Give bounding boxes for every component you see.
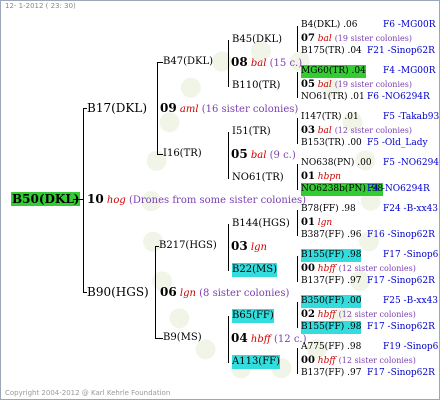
g4-info-2: 03 bal (12 sister colonies)	[301, 125, 412, 136]
g3-node-1[interactable]: B110(TR)	[232, 79, 280, 93]
g4-sire-ref-2: F5 -Takab93aR	[383, 112, 440, 122]
g4-info-7: 00 hbff (12 sister colonies)	[301, 355, 416, 366]
g4-dam-2[interactable]: B153(TR) .00	[301, 137, 362, 150]
g4-sire-0[interactable]: B4(DKL) .06	[301, 19, 357, 32]
g4-sire-3[interactable]: NO638(PN) .00	[301, 157, 372, 170]
pedigree-page: 12- 1-2012 ( 23: 30) B50(DKL) 10 hog (Dr…	[0, 0, 440, 400]
g3-node-7[interactable]: A113(FF)	[232, 355, 280, 369]
g4-dam-5[interactable]: B137(FF) .97	[301, 275, 361, 288]
root-gen: 10	[87, 192, 104, 206]
g4-connector-2	[297, 118, 298, 144]
g4-sire-ref-6: F25 -B-xx43	[383, 296, 439, 306]
g2-info-0: 08 bal (15 c.)	[231, 55, 303, 69]
g3-node-4[interactable]: B144(HGS)	[232, 217, 290, 231]
g4-info-0: 07 bal (19 sister colonies)	[301, 33, 412, 44]
g4-connector-7	[297, 348, 298, 374]
g4-sire-6[interactable]: B350(FF) .00	[301, 295, 362, 308]
g4-dam-ref-0: F21 -Sinop62R	[367, 46, 435, 56]
g1-node-1[interactable]: B90(HGS)	[87, 285, 149, 299]
g2-node-1[interactable]: I16(TR)	[163, 147, 202, 161]
g4-sire-ref-7: F19 -Sinop62R	[383, 342, 439, 352]
g2-node-3[interactable]: B9(MS)	[163, 331, 202, 345]
g4-sire-1[interactable]: MG60(TR) .04	[301, 65, 366, 78]
g4-info-4: 01 lgn	[301, 217, 333, 228]
root-info: 10 hog (Drones from some sister colonies…	[87, 192, 306, 208]
g4-sire-7[interactable]: A775(FF) .98	[301, 341, 361, 354]
g4-connector-1	[297, 72, 298, 98]
g2-info-1: 05 bal (9 c.)	[231, 147, 296, 161]
g1-info-0: 09 aml (16 sister colonies)	[160, 101, 299, 115]
g1-node-0[interactable]: B17(DKL)	[87, 101, 147, 115]
g4-dam-ref-6: F17 -Sinop62R	[367, 322, 435, 332]
g4-connector-6	[297, 302, 298, 328]
g4-dam-0[interactable]: B175(TR) .04	[301, 45, 362, 58]
g4-sire-ref-0: F6 -MG00R	[383, 20, 436, 30]
g4-sire-4[interactable]: B78(FF) .98	[301, 203, 356, 216]
g2-node-2[interactable]: B217(HGS)	[159, 239, 217, 253]
g4-dam-6[interactable]: B155(FF) .98	[301, 321, 362, 334]
g4-sire-5[interactable]: B155(FF) .98	[301, 249, 362, 262]
g4-info-6: 02 hbff (12 sister colonies)	[301, 309, 416, 320]
g4-sire-ref-4: F24 -B-xx43	[383, 204, 439, 214]
root-note: (Drones from some sister colonies)	[128, 195, 307, 206]
root-name: hog	[106, 195, 126, 206]
g3-node-2[interactable]: I51(TR)	[232, 125, 271, 139]
g4-dam-ref-2: F5 -Old_Lady	[367, 138, 428, 148]
g4-dam-ref-7: F17 -Sinop62R	[367, 368, 435, 378]
footer-copyright: Copyright 2004-2012 @ Karl Kehrle Founda…	[5, 389, 171, 397]
g2-info-3: 04 hbff (12 c.)	[231, 331, 307, 345]
g2-node-0[interactable]: B47(DKL)	[163, 55, 213, 69]
g4-sire-2[interactable]: I147(TR) .01	[301, 111, 359, 124]
g3-node-6[interactable]: B65(FF)	[232, 309, 274, 323]
g4-dam-ref-4: F16 -Sinop62R	[367, 230, 435, 240]
g4-connector-0	[297, 26, 298, 52]
g3-node-3[interactable]: NO61(TR)	[232, 171, 284, 185]
root-node[interactable]: B50(DKL)	[11, 192, 81, 206]
g4-connector-4	[297, 210, 298, 236]
g4-connector-3	[297, 164, 298, 190]
g3-node-0[interactable]: B45(DKL)	[232, 33, 282, 47]
g4-info-5: 00 hbff (12 sister colonies)	[301, 263, 416, 274]
g1-info-1: 06 lgn (8 sister colonies)	[160, 285, 290, 299]
g4-dam-7[interactable]: B137(FF) .97	[301, 367, 361, 380]
g4-dam-ref-1: F6 -NO6294R	[367, 92, 430, 102]
g4-dam-ref-5: F17 -Sinop62R	[367, 276, 435, 286]
g2-info-2: 03 lgn	[231, 239, 267, 253]
g4-info-3: 01 hbpn	[301, 171, 341, 182]
g4-info-1: 05 bal (19 sister colonies)	[301, 79, 412, 90]
g4-dam-ref-3: F4 -NO6294R	[367, 184, 430, 194]
g4-dam-4[interactable]: B387(FF) .96	[301, 229, 361, 242]
g4-sire-ref-5: F17 -Sinop62R	[383, 250, 439, 260]
header-date: 12- 1-2012 ( 23: 30)	[5, 2, 76, 10]
g4-connector-5	[297, 256, 298, 282]
g4-sire-ref-1: F4 -MG00R	[383, 66, 436, 76]
g3-node-5[interactable]: B22(MS)	[232, 263, 277, 277]
g4-sire-ref-3: F5 -NO6294R	[383, 158, 440, 168]
g4-dam-1[interactable]: NO61(TR) .01	[301, 91, 365, 104]
